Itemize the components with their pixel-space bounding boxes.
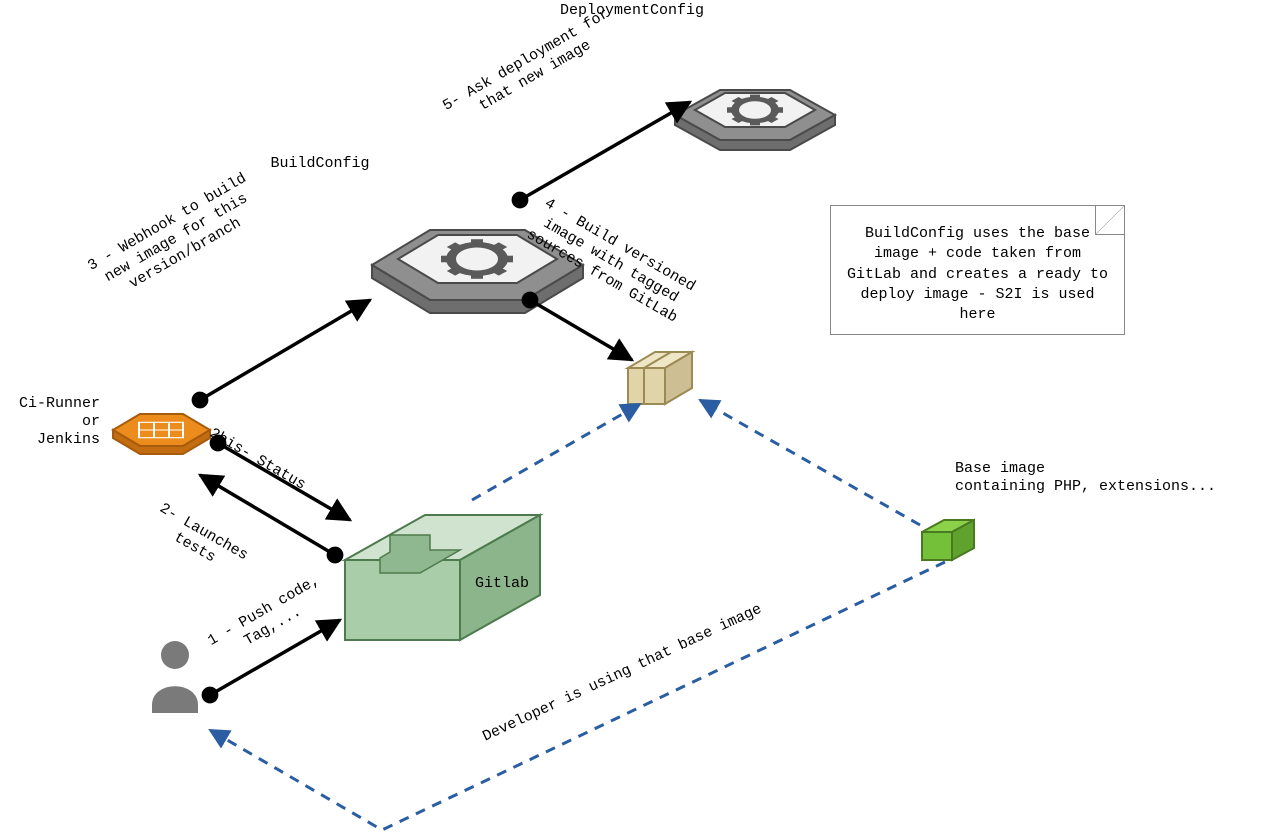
- ci-runner-icon: [113, 414, 210, 454]
- note-box: BuildConfig uses the base image + code t…: [830, 205, 1125, 335]
- arrow-ask-deployment: [520, 102, 690, 200]
- arrow-gitlab-to-version: [472, 404, 640, 500]
- note-fold-icon: [1095, 206, 1124, 235]
- gitlab-label: Gitlab: [475, 575, 595, 593]
- developer-icon: [152, 641, 198, 713]
- build-config-label: BuildConfig: [220, 155, 420, 173]
- versioned-image-icon: [628, 352, 692, 404]
- deployment-config-label: DeploymentConfig: [482, 2, 782, 20]
- arrow-base-to-version: [700, 400, 920, 525]
- base-image-label: Base image containing PHP, extensions...: [955, 460, 1261, 496]
- deployment-config-icon: [675, 90, 835, 150]
- arrow-build-versioned: [530, 300, 632, 360]
- base-image-icon: [922, 520, 974, 560]
- ci-runner-label: Ci-Runner or Jenkins: [0, 395, 100, 449]
- arrow-webhook: [200, 300, 370, 400]
- note-text: BuildConfig uses the base image + code t…: [847, 225, 1108, 323]
- diagram-canvas: [0, 0, 1261, 838]
